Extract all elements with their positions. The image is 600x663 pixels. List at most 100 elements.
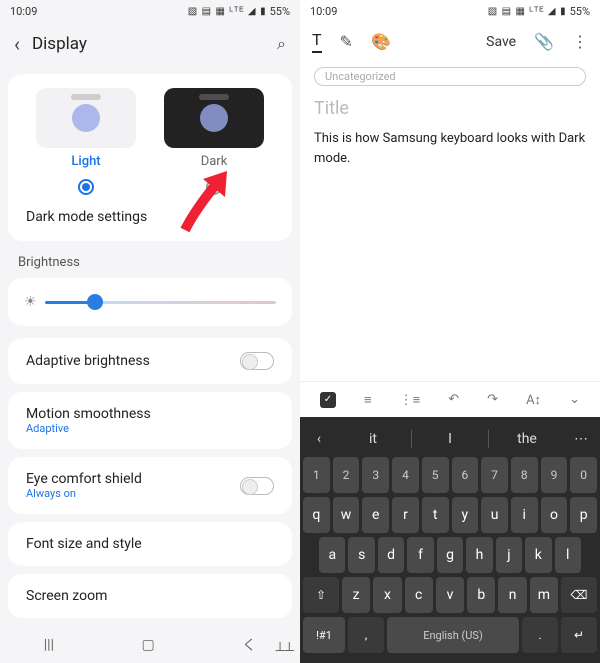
suggestion-back-icon[interactable]: ‹ [303, 431, 335, 447]
key-m[interactable]: m [530, 577, 558, 613]
key-f[interactable]: f [407, 537, 433, 573]
key-backspace[interactable]: ⌫ [561, 577, 597, 613]
font-size-icon[interactable]: A↕ [526, 392, 541, 408]
keyboard: ‹ it I the ⋯ 1234567890 qwertyuiop asdfg… [300, 417, 600, 663]
eye-comfort-toggle[interactable] [240, 477, 274, 495]
key-5[interactable]: 5 [422, 457, 449, 493]
suggestion-2[interactable]: I [412, 431, 488, 447]
eye-comfort-row: Eye comfort shield Always on [8, 457, 292, 514]
key-7[interactable]: 7 [481, 457, 508, 493]
status-bar-right: 10:09 ▧ ▤ ▦ ᴸᵀᴱ ◢ ▮ 55% [300, 0, 600, 22]
format-toolbar: ✓ ≡ ⋮≡ ↶ ↷ A↕ ⌄ [300, 381, 600, 417]
nav-home-icon[interactable]: ▢ [142, 637, 155, 653]
key-d[interactable]: d [378, 537, 404, 573]
brightness-label: Brightness [18, 255, 300, 270]
font-size-row[interactable]: Font size and style [8, 522, 292, 566]
key-a[interactable]: a [319, 537, 345, 573]
key-shift[interactable]: ⇧ [303, 577, 339, 613]
key-k[interactable]: k [525, 537, 551, 573]
key-s[interactable]: s [348, 537, 374, 573]
key-enter[interactable]: ↵ [561, 617, 597, 653]
key-o[interactable]: o [541, 497, 568, 533]
key-0[interactable]: 0 [570, 457, 597, 493]
note-text[interactable]: This is how Samsung keyboard looks with … [314, 129, 586, 168]
key-y[interactable]: y [452, 497, 479, 533]
settings-header: ‹ Display ⌕ [0, 22, 300, 66]
collapse-icon[interactable]: ⌄ [569, 392, 580, 407]
key-l[interactable]: l [555, 537, 581, 573]
key-comma[interactable]: , [348, 617, 384, 653]
status-battery: 55% [570, 5, 590, 18]
key-r[interactable]: r [392, 497, 419, 533]
key-8[interactable]: 8 [511, 457, 538, 493]
key-4[interactable]: 4 [392, 457, 419, 493]
dark-label: Dark [201, 154, 228, 169]
theme-option-light[interactable]: Light [26, 88, 146, 195]
light-radio[interactable] [78, 179, 94, 195]
key-2[interactable]: 2 [333, 457, 360, 493]
bullet-list-icon[interactable]: ≡ [364, 392, 372, 408]
key-w[interactable]: w [333, 497, 360, 533]
key-q[interactable]: q [303, 497, 330, 533]
screen-zoom-row[interactable]: Screen zoom [8, 574, 292, 618]
category-pill[interactable]: Uncategorized [314, 67, 586, 86]
key-3[interactable]: 3 [362, 457, 389, 493]
note-editor[interactable]: Title This is how Samsung keyboard looks… [300, 92, 600, 381]
key-6[interactable]: 6 [452, 457, 479, 493]
key-b[interactable]: b [467, 577, 495, 613]
notes-header: T ✎ 🎨 Save 📎 ⋮ [300, 22, 600, 61]
key-u[interactable]: u [481, 497, 508, 533]
suggestion-3[interactable]: the [489, 431, 565, 447]
key-x[interactable]: x [373, 577, 401, 613]
nav-recents-icon[interactable]: ||| [44, 637, 54, 653]
page-title: Display [32, 34, 265, 54]
status-network-icons: ▧ ▤ ▦ ᴸᵀᴱ ◢ ▮ [488, 6, 567, 17]
key-g[interactable]: g [437, 537, 463, 573]
save-button[interactable]: Save [486, 34, 516, 50]
more-icon[interactable]: ⋮ [572, 32, 588, 51]
status-time: 10:09 [310, 5, 337, 18]
text-mode-icon[interactable]: T [312, 30, 322, 53]
redo-icon[interactable]: ↷ [487, 392, 498, 407]
key-j[interactable]: j [496, 537, 522, 573]
number-list-icon[interactable]: ⋮≡ [400, 392, 421, 408]
pen-mode-icon[interactable]: ✎ [340, 32, 353, 51]
attach-icon[interactable]: 📎 [534, 32, 554, 51]
motion-smoothness-row[interactable]: Motion smoothness Adaptive [8, 392, 292, 449]
key-c[interactable]: c [405, 577, 433, 613]
undo-icon[interactable]: ↶ [448, 392, 459, 407]
accessibility-icon[interactable]: ⟂⟂ [275, 639, 294, 655]
key-symbols[interactable]: !#1 [303, 617, 345, 653]
key-v[interactable]: v [436, 577, 464, 613]
palette-icon[interactable]: 🎨 [371, 32, 391, 51]
key-period[interactable]: . [522, 617, 558, 653]
key-t[interactable]: t [422, 497, 449, 533]
suggestion-row: ‹ it I the ⋯ [303, 421, 597, 457]
key-9[interactable]: 9 [541, 457, 568, 493]
dark-mode-settings-link[interactable]: Dark mode settings [22, 195, 278, 227]
key-e[interactable]: e [362, 497, 389, 533]
light-label: Light [71, 154, 100, 169]
light-preview [36, 88, 136, 148]
key-space[interactable]: English (US) [387, 617, 519, 653]
status-battery: 55% [270, 5, 290, 18]
suggestion-more-icon[interactable]: ⋯ [565, 431, 597, 447]
key-1[interactable]: 1 [303, 457, 330, 493]
key-h[interactable]: h [466, 537, 492, 573]
search-icon[interactable]: ⌕ [277, 34, 286, 54]
key-i[interactable]: i [511, 497, 538, 533]
dark-radio[interactable] [206, 179, 222, 195]
back-icon[interactable]: ‹ [14, 32, 20, 56]
title-placeholder[interactable]: Title [314, 98, 586, 119]
checkbox-icon[interactable]: ✓ [320, 392, 336, 408]
brightness-slider[interactable]: ☀ [22, 288, 278, 316]
key-n[interactable]: n [498, 577, 526, 613]
adaptive-brightness-toggle[interactable] [240, 352, 274, 370]
theme-card: Light Dark Dark mode settings [8, 74, 292, 241]
key-p[interactable]: p [570, 497, 597, 533]
dark-preview [164, 88, 264, 148]
suggestion-1[interactable]: it [335, 431, 411, 447]
key-z[interactable]: z [342, 577, 370, 613]
nav-back-icon[interactable]: く [242, 635, 256, 655]
theme-option-dark[interactable]: Dark [154, 88, 274, 195]
